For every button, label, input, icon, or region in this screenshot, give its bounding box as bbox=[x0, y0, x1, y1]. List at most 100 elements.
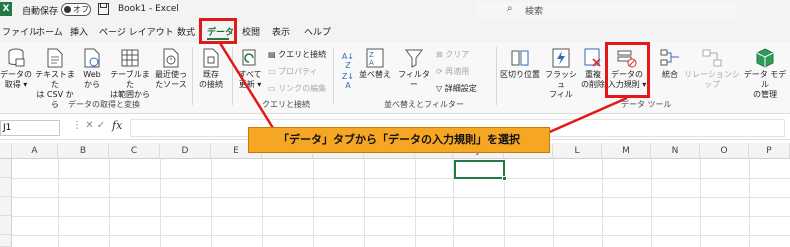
tab-view[interactable]: 表示 bbox=[272, 25, 290, 38]
formula-controls: ⋮ ✕ ✓ bbox=[72, 120, 105, 131]
recent-sources-icon bbox=[163, 48, 179, 68]
flash-fill-icon bbox=[552, 48, 570, 68]
grid-line bbox=[313, 159, 314, 247]
edit-links-button[interactable]: ▭ リンクの編集 bbox=[268, 83, 326, 94]
existing-connections-button[interactable]: 既存 の接続 bbox=[194, 48, 228, 90]
sort-za-icon: Z↓ A bbox=[341, 72, 355, 90]
svg-text:A: A bbox=[369, 59, 374, 67]
column-header[interactable]: D bbox=[160, 143, 211, 159]
column-header[interactable]: C bbox=[109, 143, 160, 159]
text-to-columns-label: 区切り位置 bbox=[500, 70, 540, 79]
existing-connections-label-2: の接続 bbox=[199, 80, 223, 89]
column-header[interactable]: M bbox=[602, 143, 651, 159]
from-web-label-2: から bbox=[84, 80, 100, 89]
row-header[interactable] bbox=[0, 178, 12, 197]
grid-line bbox=[58, 159, 59, 247]
tab-insert[interactable]: 挿入 bbox=[70, 25, 88, 38]
queries-icon: ▤ bbox=[268, 50, 279, 59]
save-icon[interactable] bbox=[98, 3, 109, 15]
select-all-corner[interactable] bbox=[0, 143, 12, 159]
advanced-button[interactable]: ▽ 詳細設定 bbox=[436, 83, 477, 94]
confirm-entry-icon[interactable]: ✓ bbox=[97, 120, 105, 131]
more-options-icon[interactable]: ⋮ bbox=[72, 120, 85, 131]
tab-file[interactable]: ファイル bbox=[2, 25, 38, 38]
properties-button[interactable]: ▭ プロパティ bbox=[268, 66, 318, 77]
relationships-button[interactable]: リレーションシップ bbox=[684, 48, 740, 90]
tab-home[interactable]: ホーム bbox=[36, 25, 63, 38]
remove-duplicates-button[interactable]: 重複 の削除 bbox=[580, 48, 606, 90]
highlight-data-tab bbox=[199, 18, 237, 44]
column-header[interactable]: A bbox=[12, 143, 58, 159]
grid-line bbox=[602, 159, 603, 247]
reapply-button[interactable]: ⟳ 再適用 bbox=[436, 66, 469, 77]
fill-handle[interactable] bbox=[502, 176, 507, 181]
column-header[interactable]: P bbox=[749, 143, 790, 159]
from-table-button[interactable]: テーブルまた は範囲から bbox=[107, 48, 153, 100]
advanced-filter-icon: ▽ bbox=[436, 84, 445, 93]
properties-icon: ▭ bbox=[268, 67, 279, 76]
relationships-icon bbox=[702, 49, 722, 67]
queries-connections-button[interactable]: ▤ クエリと接続 bbox=[268, 49, 326, 60]
spreadsheet-grid[interactable]: A B C D E F G H I J K L M N O P bbox=[0, 143, 790, 247]
from-table-label-1: テーブルまた bbox=[110, 70, 150, 89]
filter-label: フィルター bbox=[398, 70, 430, 89]
highlight-data-validation bbox=[605, 42, 650, 98]
group-label-queries: クエリと接続 bbox=[262, 100, 310, 109]
tab-page-layout[interactable]: ページ レイアウト bbox=[99, 25, 174, 38]
row-header[interactable] bbox=[0, 197, 12, 216]
grid-line bbox=[651, 159, 652, 247]
clear-filter-icon: ⊠ bbox=[436, 50, 446, 59]
cancel-entry-icon[interactable]: ✕ bbox=[85, 120, 93, 131]
row-header[interactable] bbox=[0, 216, 12, 235]
column-header[interactable]: L bbox=[553, 143, 602, 159]
column-header[interactable]: O bbox=[700, 143, 749, 159]
grid-line bbox=[12, 197, 790, 198]
remove-duplicates-label-1: 重複 bbox=[585, 70, 601, 79]
filter-button[interactable]: フィルター bbox=[396, 48, 432, 90]
from-web-button[interactable]: Web から bbox=[78, 48, 106, 90]
text-file-icon bbox=[47, 48, 63, 68]
ribbon-separator bbox=[192, 47, 193, 105]
manage-data-model-label-1: データ モデル bbox=[743, 70, 787, 89]
consolidate-button[interactable]: 統合 bbox=[655, 48, 685, 80]
sort-az-button[interactable]: A↓ Z bbox=[338, 52, 358, 70]
autosave-toggle[interactable]: オフ bbox=[61, 3, 91, 16]
sort-za-button[interactable]: Z↓ A bbox=[338, 72, 358, 90]
tab-formulas[interactable]: 数式 bbox=[177, 25, 195, 38]
connections-icon bbox=[203, 48, 219, 68]
link-icon: ▭ bbox=[268, 84, 279, 93]
refresh-all-button[interactable]: すべて 更新 ▾ bbox=[234, 48, 266, 90]
name-box[interactable]: J1 bbox=[0, 120, 60, 136]
insert-function-icon[interactable]: fx bbox=[112, 119, 122, 132]
remove-duplicates-icon bbox=[584, 48, 601, 67]
sort-button[interactable]: ZA 並べ替え bbox=[358, 48, 392, 80]
existing-connections-label-1: 既存 bbox=[203, 70, 219, 79]
tab-review[interactable]: 校閲 bbox=[242, 25, 260, 38]
recent-sources-label-2: たソース bbox=[155, 80, 187, 89]
autosave-toggle-label: オフ bbox=[73, 5, 89, 14]
get-data-label-1: データの bbox=[0, 70, 32, 79]
flash-fill-label-2: フィル bbox=[549, 90, 573, 99]
get-data-button[interactable]: データの 取得 ▾ bbox=[0, 48, 32, 90]
manage-data-model-button[interactable]: データ モデル の管理 bbox=[740, 48, 790, 100]
text-to-columns-button[interactable]: 区切り位置 bbox=[499, 48, 541, 80]
active-cell[interactable] bbox=[454, 160, 507, 181]
grid-line bbox=[109, 159, 110, 247]
column-header[interactable]: N bbox=[651, 143, 700, 159]
row-header[interactable] bbox=[0, 159, 12, 178]
clear-button[interactable]: ⊠ クリア bbox=[436, 49, 469, 60]
search-box[interactable]: ⌕ 検索 bbox=[477, 2, 737, 18]
row-header[interactable] bbox=[0, 235, 12, 247]
manage-data-model-label-2: の管理 bbox=[753, 90, 777, 99]
ribbon-tabs: ファイル ホーム 挿入 ページ レイアウト 数式 データ 校閲 表示 ヘルプ bbox=[0, 20, 790, 42]
flash-fill-label-1: フラッシュ bbox=[545, 70, 577, 89]
refresh-icon bbox=[242, 49, 256, 66]
grid-line bbox=[415, 159, 416, 247]
ribbon-separator bbox=[496, 47, 497, 105]
grid-line bbox=[12, 178, 790, 179]
title-bar: X 自動保存 オフ Book1 - Excel ⌕ 検索 bbox=[0, 0, 790, 20]
recent-sources-button[interactable]: 最近使っ たソース bbox=[154, 48, 188, 90]
tab-help[interactable]: ヘルプ bbox=[304, 25, 331, 38]
column-header[interactable]: B bbox=[58, 143, 109, 159]
flash-fill-button[interactable]: フラッシュ フィル bbox=[543, 48, 579, 100]
